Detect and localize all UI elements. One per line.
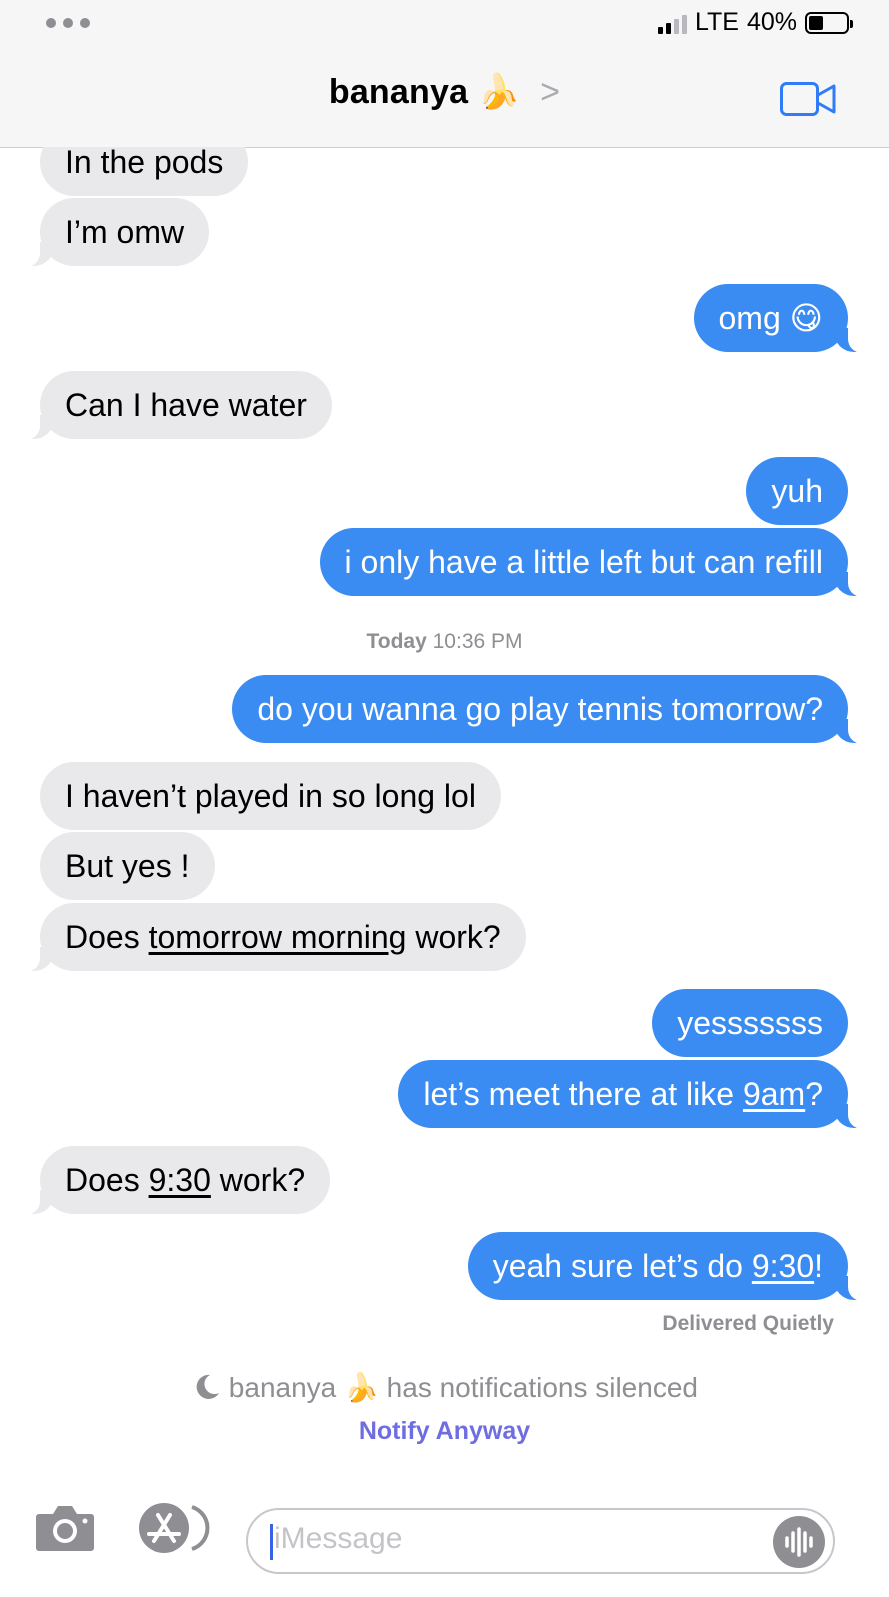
- signal-icon: [657, 12, 687, 34]
- message-bubble-incoming[interactable]: Does tomorrow morning work?: [16, 903, 526, 972]
- message-thread[interactable]: In the pods I’m omw omg 😋 Can I have wat…: [0, 147, 889, 1517]
- compose-bar: iMessage: [0, 1503, 889, 1597]
- silenced-emoji: 🍌: [344, 1372, 379, 1403]
- date-link[interactable]: tomorrow morning: [149, 919, 407, 955]
- message-bubble-outgoing[interactable]: i only have a little left but can refill: [319, 528, 873, 597]
- timestamp-time: 10:36 PM: [432, 630, 523, 653]
- moon-icon: [196, 1374, 220, 1399]
- camera-icon[interactable]: [35, 1502, 95, 1552]
- navigation-bar: LTE 40% bananya 🍌 >: [0, 0, 889, 148]
- silenced-text: has notifications silenced: [386, 1372, 698, 1403]
- time-link[interactable]: 9am: [743, 1076, 805, 1112]
- message-bubble-outgoing[interactable]: yesssssss: [652, 989, 848, 1057]
- message-bubble-outgoing[interactable]: do you wanna go play tennis tomorrow?: [232, 675, 872, 744]
- message-bubble-incoming[interactable]: In the pods: [40, 147, 249, 196]
- message-bubble-incoming[interactable]: I’m omw: [15, 198, 210, 267]
- network-type: LTE: [694, 8, 739, 36]
- battery-percent: 40%: [746, 8, 797, 36]
- contact-header[interactable]: bananya 🍌 >: [0, 72, 889, 112]
- imessage-input[interactable]: iMessage: [246, 1508, 835, 1574]
- timestamp-day: Today: [366, 630, 427, 653]
- silenced-name: bananya: [228, 1372, 337, 1403]
- message-bubble-outgoing[interactable]: yuh: [746, 457, 848, 525]
- battery-icon: [805, 11, 853, 34]
- message-bubble-incoming[interactable]: Does 9:30 work?: [15, 1146, 331, 1215]
- contact-emoji: 🍌: [477, 73, 521, 111]
- imessage-placeholder: iMessage: [274, 1522, 403, 1555]
- app-store-icon[interactable]: [136, 1503, 212, 1553]
- time-link[interactable]: 9:30: [149, 1162, 211, 1198]
- notify-anyway-button[interactable]: Notify Anyway: [0, 1417, 889, 1446]
- message-bubble-incoming[interactable]: I haven’t played in so long lol: [40, 762, 501, 830]
- message-bubble-incoming[interactable]: But yes !: [40, 832, 215, 900]
- message-bubble-outgoing[interactable]: yeah sure let’s do 9:30!: [467, 1232, 873, 1301]
- message-bubble-incoming[interactable]: Can I have water: [16, 371, 332, 440]
- emoji-yum: 😋: [789, 300, 823, 336]
- message-bubble-outgoing[interactable]: let’s meet there at like 9am?: [398, 1060, 872, 1129]
- status-bar-right: LTE 40%: [657, 8, 853, 37]
- timestamp: Today 10:36 PM: [0, 630, 889, 654]
- time-link[interactable]: 9:30: [752, 1248, 814, 1284]
- silenced-notice: bananya 🍌 has notifications silenced: [0, 1371, 889, 1404]
- video-camera-icon[interactable]: [780, 82, 836, 116]
- audio-message-icon[interactable]: [773, 1516, 825, 1568]
- delivery-status: Delivered Quietly: [662, 1312, 834, 1335]
- chevron-right-icon[interactable]: >: [540, 73, 560, 111]
- message-bubble-outgoing[interactable]: omg 😋: [693, 284, 872, 353]
- more-dots-icon: [46, 18, 90, 28]
- contact-name[interactable]: bananya: [329, 73, 468, 111]
- text-caret: [270, 1524, 273, 1560]
